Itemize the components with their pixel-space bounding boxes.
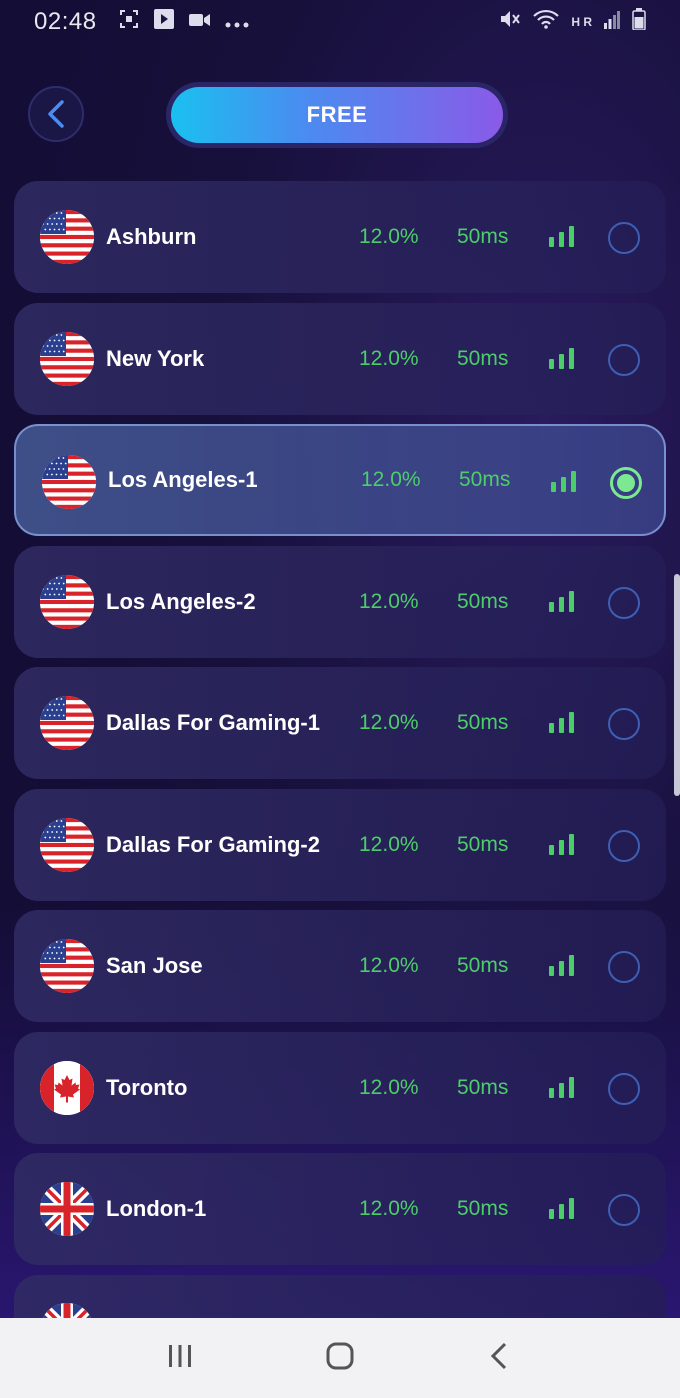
server-row[interactable]: San Jose 12.0% 50ms xyxy=(14,910,666,1022)
server-ping: 50ms xyxy=(457,346,509,370)
signal-bars-icon xyxy=(549,833,575,855)
server-ping: 50ms xyxy=(457,1197,509,1220)
server-name: Dallas For Gaming-1 xyxy=(106,710,320,735)
signal-bars-icon xyxy=(549,1197,575,1219)
signal-bars-icon xyxy=(549,225,575,247)
flag-gb-icon xyxy=(40,1302,94,1319)
battery-icon xyxy=(632,8,646,36)
signal-bars-icon xyxy=(549,711,575,733)
server-select-radio[interactable] xyxy=(610,467,642,499)
server-load: 12.0% xyxy=(359,832,419,856)
flag-us-icon xyxy=(42,455,96,509)
server-ping: 50ms xyxy=(457,1075,509,1099)
plan-tab-pill[interactable]: FREE xyxy=(166,82,508,148)
network-type-label: H R xyxy=(571,15,592,29)
server-load: 12.0% xyxy=(359,346,419,370)
video-call-icon xyxy=(188,11,211,34)
server-select-radio[interactable] xyxy=(608,586,640,619)
server-name: Los Angeles-1 xyxy=(108,467,258,492)
server-load: 12.0% xyxy=(359,711,419,734)
server-name: Los Angeles-2 xyxy=(106,588,256,614)
server-name: Toronto xyxy=(106,1074,188,1100)
nav-back-button[interactable] xyxy=(483,1339,517,1378)
status-time: 02:48 xyxy=(34,8,97,35)
status-bar: 02:48 H R xyxy=(0,0,680,44)
server-row[interactable]: Dallas For Gaming-1 12.0% 50ms xyxy=(14,667,666,779)
server-select-radio[interactable] xyxy=(608,829,640,862)
flag-us-icon xyxy=(40,574,94,629)
flag-us-icon xyxy=(40,210,94,264)
server-row[interactable]: Los Angeles-2 12.0% 50ms xyxy=(14,545,666,658)
server-ping: 50ms xyxy=(457,954,509,977)
server-load: 12.0% xyxy=(359,1075,419,1099)
server-row[interactable]: Ashburn 12.0% 50ms xyxy=(14,181,666,293)
media-icon xyxy=(153,8,175,36)
server-select-radio[interactable] xyxy=(608,1072,640,1105)
home-icon xyxy=(326,1342,354,1369)
server-select-radio[interactable] xyxy=(608,708,640,740)
server-name: San Jose xyxy=(106,953,203,978)
server-select-radio[interactable] xyxy=(608,951,640,983)
server-ping: 50ms xyxy=(457,711,509,734)
server-name: Ashburn xyxy=(106,224,197,249)
flag-gb-icon xyxy=(40,1182,94,1236)
server-ping: 50ms xyxy=(457,832,509,856)
server-row[interactable]: London-1 12.0% 50ms xyxy=(14,1153,666,1265)
flag-us-icon xyxy=(40,331,94,386)
server-ping: 50ms xyxy=(457,589,509,613)
flag-us-icon xyxy=(40,939,94,993)
chevron-left-icon xyxy=(48,100,64,128)
signal-bars-icon xyxy=(549,1076,575,1098)
signal-bars-icon xyxy=(551,470,577,492)
server-name: Dallas For Gaming-2 xyxy=(106,831,320,857)
server-name: New York xyxy=(106,345,205,371)
signal-bars-icon xyxy=(549,590,575,612)
mute-icon xyxy=(499,8,521,36)
server-load: 12.0% xyxy=(359,954,419,977)
flag-us-icon xyxy=(40,817,94,872)
server-ping: 50ms xyxy=(457,225,509,248)
more-notifications-icon xyxy=(225,11,249,34)
server-load: 12.0% xyxy=(359,225,419,248)
server-row[interactable]: Toronto 12.0% 50ms xyxy=(14,1031,666,1144)
header: FREE xyxy=(0,82,680,148)
back-icon xyxy=(490,1342,507,1369)
recent-apps-icon xyxy=(169,1344,191,1367)
status-icons-left xyxy=(119,8,249,36)
back-button[interactable] xyxy=(28,86,84,142)
server-load: 12.0% xyxy=(359,1197,419,1220)
system-nav-bar xyxy=(0,1318,680,1398)
screenshot-icon xyxy=(119,9,139,35)
wifi-icon xyxy=(533,9,560,35)
server-select-radio[interactable] xyxy=(608,1194,640,1226)
home-button[interactable] xyxy=(323,1339,357,1378)
signal-bars-icon xyxy=(549,954,575,976)
server-row[interactable]: Dallas For Gaming-2 12.0% 50ms xyxy=(14,788,666,901)
recent-apps-button[interactable] xyxy=(163,1339,197,1378)
server-row[interactable]: New York 12.0% 50ms xyxy=(14,302,666,415)
status-icons-right: H R xyxy=(499,8,646,36)
server-load: 12.0% xyxy=(359,589,419,613)
server-row[interactable]: Los Angeles-1 12.0% 50ms xyxy=(14,424,666,536)
flag-us-icon xyxy=(40,696,94,750)
server-row-partial[interactable] xyxy=(14,1274,666,1319)
cell-signal-icon xyxy=(604,9,620,35)
server-ping: 50ms xyxy=(459,468,511,491)
server-select-radio[interactable] xyxy=(608,222,640,254)
flag-ca-icon xyxy=(40,1060,94,1115)
scrollbar[interactable] xyxy=(674,574,680,796)
plan-tab-label: FREE xyxy=(171,87,503,143)
signal-bars-icon xyxy=(549,347,575,369)
server-list: Ashburn 12.0% 50ms New York 12.0% 50ms L… xyxy=(14,181,666,1328)
server-load: 12.0% xyxy=(361,468,421,491)
server-name: London-1 xyxy=(106,1196,207,1221)
server-select-radio[interactable] xyxy=(608,343,640,376)
